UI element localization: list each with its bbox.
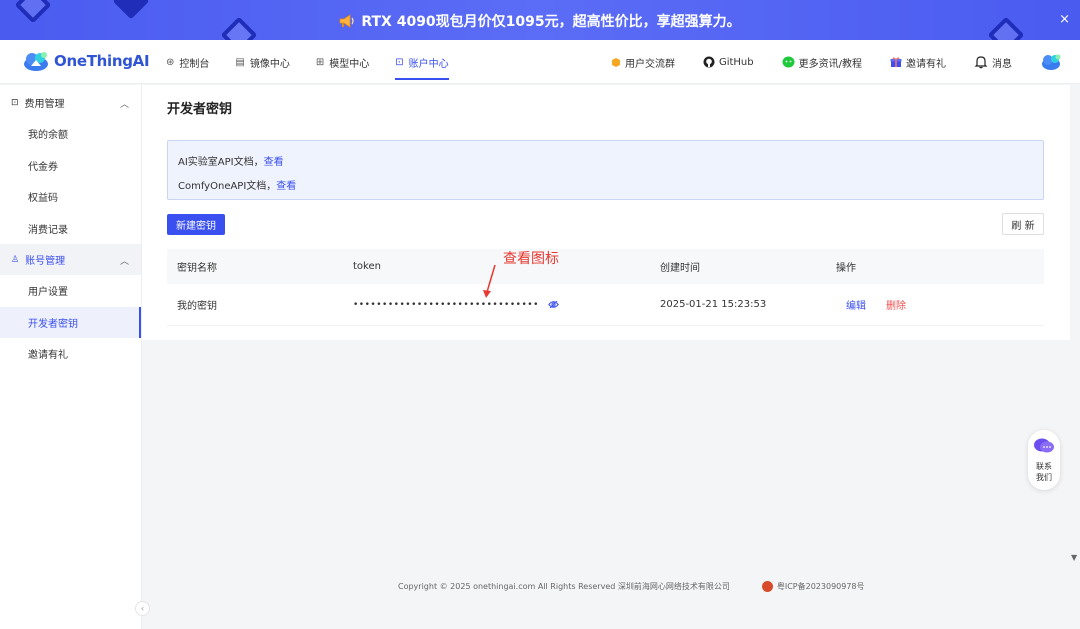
nav-image-center[interactable]: ▤ 镜像中心 — [235, 40, 289, 84]
user-group-link[interactable]: 用户交流群 — [610, 55, 675, 70]
main-content: AI实验室API文档，查看 ComfyOneAPI文档，查看 新建密钥 刷 新 … — [142, 125, 1070, 340]
table-row: 我的密钥 •••••••••••••••••••••••••••••••• 20… — [167, 284, 1044, 326]
group-icon — [611, 57, 620, 67]
footer-copyright: Copyright © 2025 onethingai.com All Righ… — [398, 582, 730, 591]
sidebar-item-invite[interactable]: 邀请有礼 — [0, 338, 141, 370]
banner-text-wrap: RTX 4090现包月价仅1095元，超高性价比，享超强算力。 — [0, 11, 1080, 31]
col-header-token: token — [353, 261, 381, 272]
logo[interactable]: OneThingAI — [22, 50, 150, 72]
contact-label: 联系 我们 — [1028, 461, 1060, 483]
chevron-up-icon: ︿ — [119, 257, 129, 267]
main-nav: ⊛ 控制台 ▤ 镜像中心 ⊞ 模型中心 ⊡ 账户中心 — [166, 40, 475, 84]
invite-link[interactable]: 邀请有礼 — [890, 55, 946, 70]
right-label: 消息 — [992, 58, 1012, 70]
sidebar-item-vouchers[interactable]: 代金券 — [0, 150, 141, 182]
sidebar-collapse-button[interactable]: ‹ — [135, 601, 150, 616]
col-header-created: 创建时间 — [660, 263, 700, 274]
icp-link[interactable]: 粤ICP备2023090978号 — [761, 581, 865, 592]
sidebar-item-benefit-code[interactable]: 权益码 — [0, 181, 141, 213]
doc-text: AI实验室API文档， — [178, 157, 264, 168]
token-cell: •••••••••••••••••••••••••••••••• — [353, 299, 559, 310]
nav-label: 模型中心 — [329, 58, 370, 70]
contact-line2: 我们 — [1036, 473, 1052, 482]
user-avatar[interactable] — [1040, 53, 1062, 71]
cloud-logo-icon — [24, 52, 48, 71]
billing-icon: ⊡ — [11, 97, 19, 108]
doc-view-link[interactable]: 查看 — [276, 181, 296, 192]
edit-link[interactable]: 编辑 — [846, 301, 866, 312]
token-masked: •••••••••••••••••••••••••••••••• — [353, 300, 539, 310]
sidebar-item-consumption[interactable]: 消费记录 — [0, 213, 141, 245]
github-icon — [703, 56, 715, 68]
wechat-icon — [782, 56, 795, 68]
messages-link[interactable]: 消息 — [974, 55, 1012, 70]
doc-info-box: AI实验室API文档，查看 ComfyOneAPI文档，查看 — [167, 140, 1044, 200]
scroll-down-icon[interactable]: ▼ — [1071, 553, 1077, 562]
chat-icon — [1034, 438, 1054, 453]
nav-label: 账户中心 — [408, 58, 449, 70]
eye-icon[interactable] — [548, 300, 559, 309]
icp-text: 粤ICP备2023090978号 — [776, 582, 865, 591]
delete-link[interactable]: 删除 — [886, 301, 906, 312]
created-time: 2025-01-21 15:23:53 — [660, 299, 767, 310]
avatar-icon — [1042, 54, 1061, 70]
table-header: 密钥名称 token 创建时间 操作 — [167, 249, 1044, 284]
bell-icon — [974, 56, 988, 69]
right-label: GitHub — [718, 56, 754, 68]
nav-dashboard[interactable]: ⊛ 控制台 — [166, 40, 209, 84]
page-header: 开发者密钥 — [142, 85, 1070, 125]
annotation-label: 查看图标 — [503, 251, 559, 267]
sidebar-group-billing[interactable]: ⊡ 费用管理 ︿ — [0, 87, 141, 118]
dashboard-icon: ⊛ — [166, 56, 175, 68]
top-header: OneThingAI ⊛ 控制台 ▤ 镜像中心 ⊞ 模型中心 ⊡ 账户中心 用户… — [0, 40, 1080, 84]
doc-line-ai-lab: AI实验室API文档，查看 — [178, 153, 284, 168]
contact-us-button[interactable]: 联系 我们 — [1028, 430, 1060, 490]
user-icon: ♙ — [11, 254, 20, 265]
nav-label: 控制台 — [179, 58, 210, 70]
sidebar-group-account[interactable]: ♙ 账号管理 ︿ — [0, 244, 141, 275]
sidebar-group-label: 账号管理 — [25, 256, 66, 267]
chevron-up-icon: ︿ — [119, 100, 129, 110]
key-name: 我的密钥 — [177, 301, 217, 312]
new-key-button[interactable]: 新建密钥 — [167, 214, 225, 235]
header-right-nav: 用户交流群 GitHub 更多资讯/教程 邀请有礼 消息 — [582, 40, 1062, 84]
col-header-name: 密钥名称 — [177, 263, 217, 274]
close-icon[interactable]: × — [1059, 12, 1070, 27]
banner-message: RTX 4090现包月价仅1095元，超高性价比，享超强算力。 — [361, 14, 741, 30]
refresh-button[interactable]: 刷 新 — [1002, 213, 1044, 235]
more-info-link[interactable]: 更多资讯/教程 — [782, 55, 862, 70]
annotation-arrow-icon — [483, 264, 496, 298]
doc-text: ComfyOneAPI文档， — [178, 181, 277, 192]
keys-table: 密钥名称 token 创建时间 操作 我的密钥 ••••••••••••••••… — [167, 249, 1044, 326]
promo-banner[interactable]: RTX 4090现包月价仅1095元，超高性价比，享超强算力。 × — [0, 0, 1080, 40]
doc-line-comfy: ComfyOneAPI文档，查看 — [178, 177, 296, 192]
sidebar-item-user-settings[interactable]: 用户设置 — [0, 275, 141, 307]
sidebar: ⊡ 费用管理 ︿ 我的余额 代金券 权益码 消费记录 ♙ 账号管理 ︿ 用户设置… — [0, 85, 142, 629]
account-icon: ⊡ — [395, 56, 404, 68]
github-link[interactable]: GitHub — [703, 56, 754, 68]
nav-model-center[interactable]: ⊞ 模型中心 — [316, 40, 369, 84]
nav-label: 镜像中心 — [249, 58, 290, 70]
right-label: 用户交流群 — [624, 58, 675, 70]
logo-text: OneThingAI — [54, 52, 150, 70]
col-header-actions: 操作 — [836, 263, 856, 274]
right-label: 邀请有礼 — [906, 58, 946, 70]
right-label: 更多资讯/教程 — [798, 58, 862, 70]
gift-icon — [890, 57, 902, 67]
actions-cell: 编辑 删除 — [846, 297, 906, 312]
sidebar-item-developer-keys[interactable]: 开发者密钥 — [0, 306, 141, 338]
doc-view-link[interactable]: 查看 — [264, 157, 284, 168]
nav-account-center[interactable]: ⊡ 账户中心 — [395, 40, 450, 84]
model-icon: ⊞ — [315, 56, 325, 68]
contact-line1: 联系 — [1036, 462, 1052, 471]
sidebar-group-label: 费用管理 — [24, 99, 65, 110]
sidebar-item-balance[interactable]: 我的余额 — [0, 118, 141, 150]
footer: Copyright © 2025 onethingai.com All Righ… — [398, 581, 865, 592]
police-badge-icon — [761, 581, 773, 592]
page-title: 开发者密钥 — [167, 102, 233, 117]
image-icon: ▤ — [235, 56, 245, 68]
megaphone-icon — [339, 14, 354, 28]
